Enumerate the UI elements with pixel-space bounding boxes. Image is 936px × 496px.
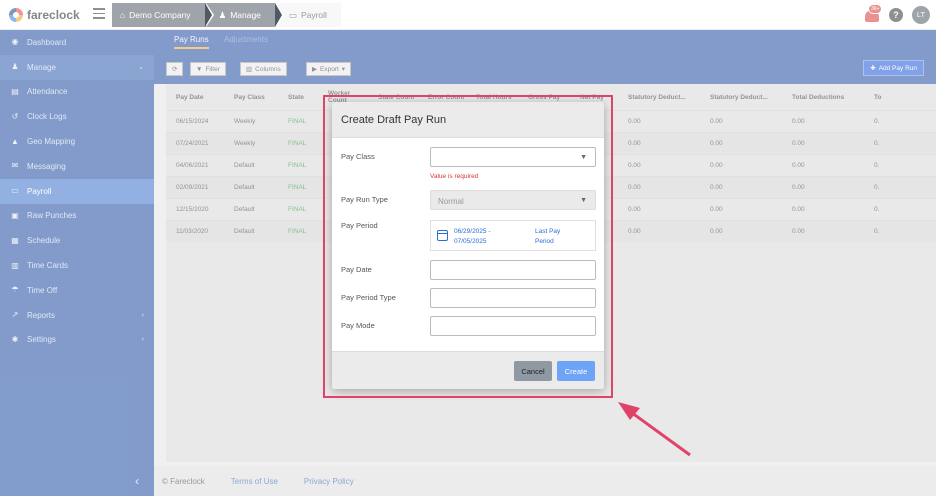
highlight-box	[323, 95, 613, 398]
